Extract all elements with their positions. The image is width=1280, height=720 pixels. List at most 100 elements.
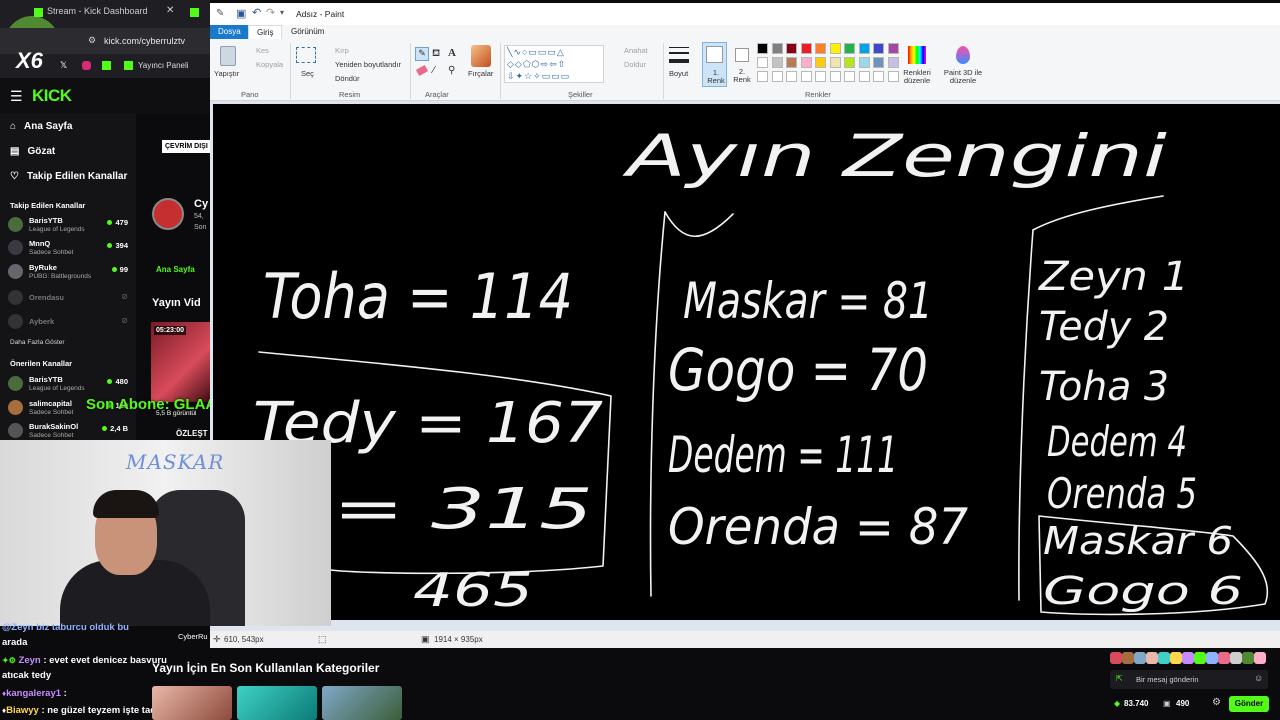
emote-icon[interactable] — [1242, 652, 1254, 664]
followed-channel[interactable]: MnnQ Sadece Sohbet 394 — [8, 238, 128, 260]
palette-swatch[interactable] — [829, 57, 841, 68]
x-bookmark-icon[interactable]: 𝕏 — [60, 60, 67, 71]
hamburger-menu-icon[interactable]: ☰ — [10, 88, 23, 105]
palette-swatch-empty[interactable] — [771, 71, 783, 82]
rotate-button[interactable]: Döndür — [335, 74, 360, 83]
palette-swatch-empty[interactable] — [844, 71, 855, 82]
text-tool-icon[interactable]: A — [448, 47, 456, 59]
palette-swatch[interactable] — [815, 57, 826, 68]
tab-close-icon[interactable]: ✕ — [166, 5, 174, 16]
nav-home[interactable]: ⌂ Ana Sayfa — [10, 121, 72, 132]
nav-following[interactable]: ♡ Takip Edilen Kanallar — [10, 171, 127, 182]
palette-swatch[interactable] — [757, 57, 768, 68]
channel-avatar[interactable] — [152, 198, 184, 230]
emote-icon[interactable] — [1146, 652, 1158, 664]
size-button[interactable]: Boyut — [669, 69, 688, 78]
tab-gorunum[interactable]: Görünüm — [283, 25, 332, 39]
palette-swatch[interactable] — [858, 57, 870, 68]
select-button[interactable]: Seç — [301, 69, 314, 78]
video-title[interactable]: ÖZLEŞT — [176, 429, 208, 438]
cut-button[interactable]: Kes — [256, 46, 269, 55]
instagram-bookmark-icon[interactable] — [82, 61, 91, 70]
magnifier-icon[interactable]: ⚲ — [448, 65, 455, 76]
palette-swatch[interactable] — [786, 43, 797, 54]
chat-username[interactable]: Zeyn — [19, 655, 41, 666]
url-text[interactable]: kick.com/cyberrulztv — [104, 36, 185, 46]
emote-icon[interactable] — [1194, 652, 1206, 664]
chat-input[interactable]: ⇱ Bir mesaj gönderin ☺ — [1110, 670, 1268, 689]
emote-icon[interactable] — [1206, 652, 1218, 664]
category-thumbnail[interactable] — [152, 686, 232, 720]
palette-swatch[interactable] — [786, 57, 797, 68]
followed-channel-offline[interactable]: Ayberk ⊘ — [8, 312, 128, 334]
chat-username[interactable]: Biawyy — [6, 705, 39, 716]
fill-tool-icon[interactable]: ⛾ — [432, 48, 440, 61]
paint3d-button[interactable]: Paint 3D ile düzenle — [942, 69, 984, 85]
palette-swatch[interactable] — [844, 43, 855, 54]
chat-settings-icon[interactable]: ⚙ — [1212, 697, 1221, 708]
paint3d-icon[interactable] — [956, 46, 970, 64]
palette-swatch-empty[interactable] — [829, 71, 841, 82]
emote-icon[interactable] — [1218, 652, 1230, 664]
color1-button[interactable]: 1. Renk — [702, 42, 727, 87]
tab-giris[interactable]: Giriş — [248, 25, 283, 39]
category-thumbnail[interactable] — [237, 686, 317, 720]
outline-button[interactable]: Anahat — [624, 46, 648, 55]
crop-button[interactable]: Kırp — [335, 46, 349, 55]
kick-logo[interactable]: KICK — [32, 86, 72, 106]
palette-swatch-empty[interactable] — [757, 71, 768, 82]
pencil-tool-icon[interactable]: ✎ — [415, 47, 429, 61]
paste-button[interactable]: Yapıştır — [214, 69, 239, 78]
edit-colors-button[interactable]: Renkleri düzenle — [902, 69, 932, 85]
palette-swatch[interactable] — [873, 57, 884, 68]
chat-username[interactable]: kangaleray1 — [6, 688, 61, 699]
color-picker-icon[interactable]: ⁄ — [433, 65, 435, 76]
followed-channel[interactable]: ByRuke PUBG: Battlegrounds 99 — [8, 262, 128, 284]
palette-swatch-empty[interactable] — [786, 71, 797, 82]
kick-favicon-icon[interactable] — [190, 8, 199, 17]
recommended-channel[interactable]: BarisYTB League of Legends 480 — [8, 374, 128, 396]
palette-swatch[interactable] — [887, 57, 899, 68]
send-button[interactable]: Gönder — [1229, 696, 1269, 712]
brushes-button[interactable]: Fırçalar — [468, 69, 493, 78]
fill-button[interactable]: Doldur — [624, 60, 646, 69]
site-info-icon[interactable]: ⚙ — [88, 35, 96, 46]
tab-stream-dashboard[interactable]: Stream - Kick Dashboard — [47, 6, 148, 16]
shapes-gallery[interactable]: ╲∿○▭▭▭△ ◇◇⬠⬡⇨⇦⇧ ⇩✦☆✧▭▭▭ — [504, 45, 604, 83]
channel-name[interactable]: Cy — [194, 198, 208, 210]
kick-bookmark-icon[interactable] — [124, 61, 133, 70]
palette-swatch[interactable] — [757, 43, 768, 54]
palette-swatch-empty[interactable] — [887, 71, 899, 82]
palette-swatch[interactable] — [771, 57, 783, 68]
followed-channel-offline[interactable]: Orendasu ⊘ — [8, 288, 128, 310]
nav-browse[interactable]: ▤ Gözat — [10, 146, 55, 157]
emote-icon[interactable] — [1182, 652, 1194, 664]
emote-icon[interactable] — [1110, 652, 1122, 664]
followed-channel[interactable]: BarisYTB League of Legends 479 — [8, 215, 128, 237]
paste-icon[interactable] — [220, 46, 236, 66]
save-icon[interactable]: ▣ — [236, 7, 246, 20]
palette-swatch[interactable] — [815, 43, 826, 54]
palette-swatch-empty[interactable] — [815, 71, 826, 82]
resize-button[interactable]: Yeniden boyutlandır — [335, 60, 401, 69]
palette-swatch[interactable] — [887, 43, 899, 54]
palette-swatch[interactable] — [844, 57, 855, 68]
eraser-tool-icon[interactable] — [415, 64, 429, 77]
tab-dosya[interactable]: Dosya — [210, 25, 249, 39]
show-more-link[interactable]: Daha Fazla Göster — [10, 339, 65, 346]
palette-swatch[interactable] — [800, 43, 812, 54]
edit-colors-icon[interactable] — [908, 46, 926, 64]
drawing-canvas[interactable]: Ayın Zengini Toha = 114 Tedy = 167 = 315… — [213, 104, 1280, 620]
tab-home[interactable]: Ana Sayfa — [156, 265, 195, 274]
emote-icon[interactable] — [1134, 652, 1146, 664]
color2-swatch[interactable] — [735, 48, 749, 62]
quick-access-dropdown-icon[interactable]: ▾ — [280, 8, 284, 17]
category-thumbnail[interactable] — [322, 686, 402, 720]
emote-icon[interactable] — [1254, 652, 1266, 664]
emote-icon[interactable] — [1122, 652, 1134, 664]
undo-icon[interactable]: ↶ — [252, 6, 261, 19]
copy-button[interactable]: Kopyala — [256, 60, 283, 69]
size-icon[interactable] — [669, 47, 689, 63]
palette-swatch[interactable] — [800, 57, 812, 68]
palette-swatch[interactable] — [829, 43, 841, 54]
